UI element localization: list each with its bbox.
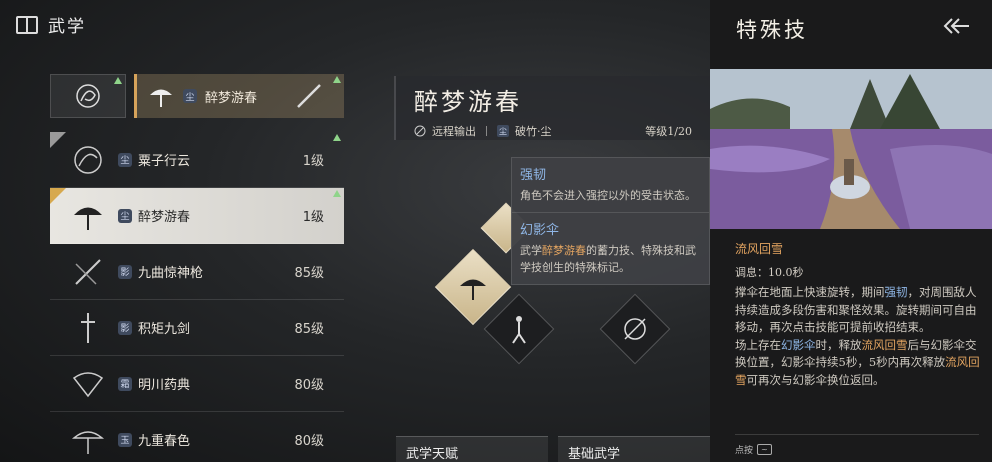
- ranged-icon: [414, 125, 426, 137]
- grade-badge: 影: [118, 264, 132, 279]
- skill-level: 80级: [294, 434, 324, 449]
- upgrade-marker: [333, 190, 341, 197]
- skill-level: 1级: [302, 210, 324, 225]
- ability-name: 流风回雪: [735, 242, 784, 256]
- skill-row-selected[interactable]: 尘 醉梦游春 1级: [50, 188, 344, 244]
- tab-talent[interactable]: 武学天赋: [396, 436, 548, 462]
- umbrella-icon: [150, 89, 172, 107]
- grade-badge: 影: [118, 320, 132, 335]
- upgrade-marker: [114, 77, 122, 84]
- tooltip-title: 强韧: [520, 168, 547, 183]
- upgrade-marker: [333, 76, 341, 83]
- spear-icon: [64, 250, 112, 294]
- tilde-key[interactable]: ~: [757, 444, 772, 455]
- divider: [486, 126, 487, 136]
- skill-row[interactable]: 尘 粟子行云 1级: [50, 132, 344, 188]
- skill-row[interactable]: 玉 九重春色 80级: [50, 412, 344, 462]
- swirl-icon: [76, 84, 100, 108]
- skill-level: 1级: [302, 154, 324, 169]
- tooltip-body: 武学醉梦游春的蓄力技、特殊技和武学技创生的特殊标记。: [520, 244, 696, 274]
- weapon-icon: [297, 84, 321, 108]
- node-left[interactable]: [483, 293, 555, 365]
- panel-footer: 点按 ~: [735, 434, 979, 456]
- skill-level: 80级: [294, 378, 324, 393]
- cooldown: 调息：10.0秒: [735, 266, 804, 279]
- skill-row[interactable]: 影 积矩九剑 85级: [50, 300, 344, 356]
- grade-badge: 尘: [183, 89, 197, 103]
- cloud-swirl-icon: [64, 138, 112, 182]
- skill-level-progress: 等级1/20: [645, 125, 692, 138]
- grade-badge: 玉: [118, 432, 132, 447]
- owned-marker: [50, 132, 66, 148]
- equipped-skill-name: 醉梦游春: [205, 90, 258, 106]
- owned-marker: [50, 188, 66, 204]
- skill-name: 九曲惊神枪: [138, 266, 204, 281]
- skill-preview-image: [710, 69, 992, 229]
- tab-basic[interactable]: 基础武学: [558, 436, 710, 462]
- skill-name: 粟子行云: [138, 154, 191, 169]
- grade-badge: 尘: [497, 125, 509, 137]
- skill-level: 85级: [294, 266, 324, 281]
- skill-title: 醉梦游春: [414, 88, 522, 116]
- parasol-icon: [64, 418, 112, 462]
- skill-name: 醉梦游春: [138, 210, 191, 225]
- weapon-name: 破竹·尘: [515, 125, 552, 138]
- skill-meta: 远程输出 尘 破竹·尘 等级1/20: [414, 123, 692, 139]
- skill-header: 醉梦游春 远程输出 尘 破竹·尘 等级1/20: [394, 76, 710, 140]
- page-title: 武学: [48, 17, 86, 37]
- tooltip-section: 强韧 角色不会进入强控以外的受击状态。: [512, 158, 709, 212]
- skill-name: 九重春色: [138, 434, 191, 449]
- special-skill-panel: 特殊技 流风回雪 调息：10.0秒 撑伞在地面上快速旋转，期间强韧，对周围敌人持…: [710, 0, 992, 462]
- skill-list: 尘 醉梦游春 尘 粟子行云 1级 尘 醉梦游春 1级 影 九曲惊神枪 85级 影…: [50, 74, 344, 462]
- skill-name: 积矩九剑: [138, 322, 191, 337]
- fan-icon: [64, 362, 112, 406]
- tooltip-body: 角色不会进入强控以外的受击状态。: [520, 189, 696, 202]
- umbrella-icon: [64, 194, 112, 238]
- grade-badge: 尘: [118, 208, 132, 223]
- swirl-icon: [624, 318, 646, 340]
- keyword-tooltip: 强韧 角色不会进入强控以外的受击状态。 幻影伞 武学醉梦游春的蓄力技、特殊技和武…: [511, 157, 710, 285]
- back-arrow-icon[interactable]: [942, 16, 970, 36]
- skill-level: 85级: [294, 322, 324, 337]
- grade-badge: 尘: [118, 152, 132, 167]
- figure-icon: [512, 316, 526, 344]
- book-icon: [16, 15, 38, 34]
- equipped-slot[interactable]: [50, 74, 126, 118]
- top-bar: 武学: [16, 12, 86, 37]
- skill-type: 远程输出: [432, 125, 476, 138]
- node-right[interactable]: [599, 293, 671, 365]
- panel-title: 特殊技: [736, 18, 808, 42]
- tooltip-section: 幻影伞 武学醉梦游春的蓄力技、特殊技和武学技创生的特殊标记。: [512, 212, 709, 284]
- skill-name: 明川药典: [138, 378, 191, 393]
- equipped-skill[interactable]: 尘 醉梦游春: [134, 74, 344, 118]
- grade-badge: 霜: [118, 376, 132, 391]
- sword-icon: [64, 306, 112, 350]
- skill-row[interactable]: 霜 明川药典 80级: [50, 356, 344, 412]
- umbrella-icon: [460, 279, 486, 300]
- skill-row[interactable]: 影 九曲惊神枪 85级: [50, 244, 344, 300]
- tooltip-title: 幻影伞: [520, 223, 560, 238]
- upgrade-marker: [333, 134, 341, 141]
- ability-description: 撑伞在地面上快速旋转，期间强韧，对周围敌人持续造成多段伤害和聚怪效果。旋转期间可…: [735, 285, 980, 387]
- footer-hint: 点按: [735, 446, 754, 456]
- equipped-row: 尘 醉梦游春: [50, 74, 344, 118]
